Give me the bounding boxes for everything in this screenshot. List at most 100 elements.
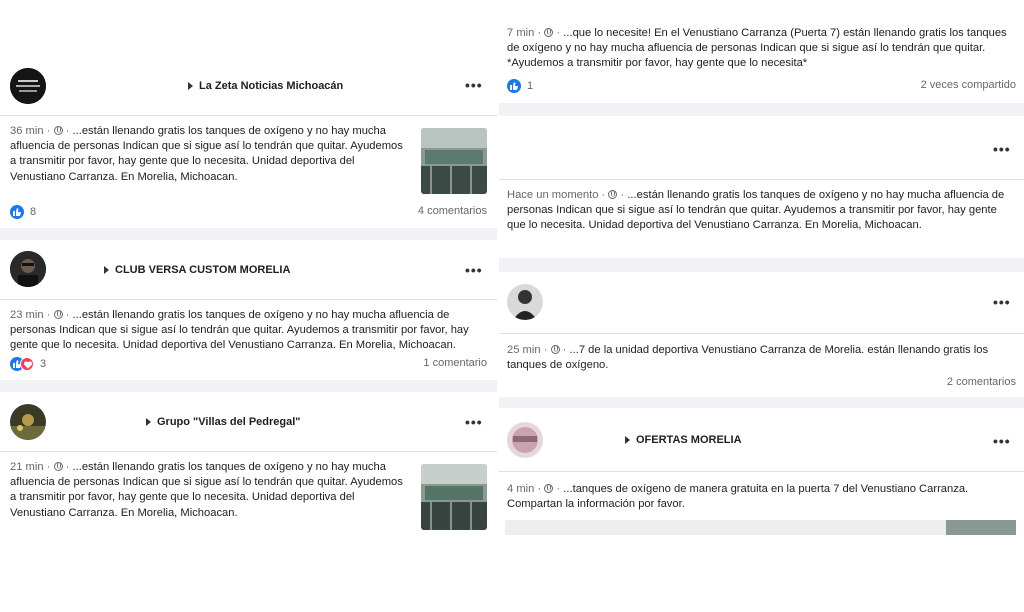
more-options-icon[interactable]: ••• bbox=[993, 142, 1011, 156]
avatar[interactable] bbox=[10, 251, 46, 287]
caret-right-icon bbox=[188, 82, 193, 90]
separator-dot: · bbox=[556, 483, 561, 495]
post-card-club-versa: CLUB VERSA CUSTOM MORELIA ••• 23 min · ·… bbox=[0, 240, 497, 380]
caret-right-icon bbox=[146, 418, 151, 426]
post-time[interactable]: 25 min bbox=[507, 344, 541, 356]
post-text: ...que lo necesite! En el Venustiano Car… bbox=[507, 27, 1007, 70]
separator-dot: · bbox=[537, 27, 542, 39]
post-image-partial[interactable] bbox=[505, 520, 1016, 535]
reactions-row[interactable]: 3 bbox=[10, 357, 46, 371]
author-name[interactable]: CLUB VERSA CUSTOM MORELIA bbox=[104, 264, 290, 276]
more-options-icon[interactable]: ••• bbox=[465, 415, 483, 429]
more-options-icon[interactable]: ••• bbox=[993, 434, 1011, 448]
post-body: 25 min · · ...7 de la unidad deportiva V… bbox=[507, 343, 1017, 373]
post-header bbox=[0, 68, 497, 116]
separator-dot: · bbox=[543, 344, 548, 356]
avatar[interactable] bbox=[507, 422, 543, 458]
post-text: ...7 de la unidad deportiva Venustiano C… bbox=[507, 344, 989, 372]
comment-count[interactable]: 2 comentarios bbox=[947, 376, 1016, 388]
author-link[interactable]: CLUB VERSA CUSTOM MORELIA bbox=[115, 264, 290, 276]
author-name[interactable]: OFERTAS MORELIA bbox=[625, 434, 742, 446]
separator-dot: · bbox=[46, 461, 51, 473]
globe-icon bbox=[608, 190, 618, 199]
reaction-count[interactable]: 3 bbox=[40, 358, 46, 370]
post-text: ...están llenando gratis los tanques de … bbox=[10, 309, 469, 352]
post-header bbox=[499, 408, 1024, 472]
author-name[interactable]: La Zeta Noticias Michoacán bbox=[188, 80, 343, 92]
globe-icon bbox=[544, 28, 554, 37]
separator-dot: · bbox=[46, 125, 51, 137]
post-card-villas-pedregal: Grupo "Villas del Pedregal" ••• 21 min ·… bbox=[0, 392, 497, 543]
avatar-image bbox=[10, 68, 46, 104]
avatar[interactable] bbox=[10, 404, 46, 440]
thumbs-up-icon bbox=[507, 79, 521, 93]
post-body: 21 min · · ...están llenando gratis los … bbox=[10, 460, 410, 521]
separator-dot: · bbox=[46, 309, 51, 321]
post-header bbox=[499, 116, 1024, 180]
author-name[interactable]: Grupo "Villas del Pedregal" bbox=[146, 416, 301, 428]
globe-icon bbox=[53, 462, 63, 471]
post-body: 4 min · · ...tanques de oxígeno de maner… bbox=[507, 482, 1007, 512]
oxygen-station-photo bbox=[421, 128, 487, 194]
post-header bbox=[499, 272, 1024, 334]
post-text: ...están llenando gratis los tanques de … bbox=[10, 125, 403, 183]
post-body: 36 min · · ...están llenando gratis los … bbox=[10, 124, 410, 185]
globe-icon bbox=[53, 126, 63, 135]
reaction-count[interactable]: 1 bbox=[527, 80, 533, 92]
author-link[interactable]: OFERTAS MORELIA bbox=[636, 434, 742, 446]
avatar[interactable] bbox=[10, 68, 46, 104]
more-options-icon[interactable]: ••• bbox=[993, 295, 1011, 309]
reaction-count[interactable]: 8 bbox=[30, 206, 36, 218]
post-card-hace-un-momento: ••• Hace un momento · · ...están llenand… bbox=[499, 116, 1024, 258]
post-time[interactable]: 21 min bbox=[10, 461, 44, 473]
avatar-image bbox=[507, 284, 543, 320]
post-time[interactable]: Hace un momento bbox=[507, 189, 598, 201]
separator-dot: · bbox=[65, 125, 70, 137]
separator-dot: · bbox=[562, 344, 567, 356]
reactions-row[interactable]: 1 bbox=[507, 79, 533, 93]
caret-right-icon bbox=[625, 436, 630, 444]
post-body: Hace un momento · · ...están llenando gr… bbox=[507, 188, 1012, 234]
thumbs-up-icon bbox=[10, 205, 24, 219]
more-options-icon[interactable]: ••• bbox=[465, 263, 483, 277]
globe-icon bbox=[550, 345, 560, 354]
oxygen-station-photo bbox=[421, 464, 487, 530]
post-text: ...tanques de oxígeno de manera gratuita… bbox=[507, 483, 969, 511]
post-body: 7 min · · ...que lo necesite! En el Venu… bbox=[507, 26, 1012, 72]
heart-icon bbox=[20, 357, 34, 371]
separator-dot: · bbox=[601, 189, 606, 201]
post-card-unidad-deportiva: ••• 25 min · · ...7 de la unidad deporti… bbox=[499, 272, 1024, 397]
avatar-image bbox=[507, 422, 543, 458]
post-image[interactable] bbox=[421, 464, 487, 530]
comment-count[interactable]: 1 comentario bbox=[423, 357, 487, 369]
post-time[interactable]: 36 min bbox=[10, 125, 44, 137]
globe-icon bbox=[544, 484, 554, 493]
post-card-ofertas-morelia: OFERTAS MORELIA ••• 4 min · · ...tanques… bbox=[499, 408, 1024, 535]
post-card-la-zeta: La Zeta Noticias Michoacán ••• 36 min · … bbox=[0, 68, 497, 228]
separator-dot: · bbox=[65, 309, 70, 321]
post-image[interactable] bbox=[421, 128, 487, 194]
separator-dot: · bbox=[65, 461, 70, 473]
globe-icon bbox=[53, 310, 63, 319]
share-count[interactable]: 2 veces compartido bbox=[921, 79, 1016, 91]
post-card-puerta-7: 7 min · · ...que lo necesite! En el Venu… bbox=[499, 0, 1024, 103]
post-time[interactable]: 23 min bbox=[10, 309, 44, 321]
post-image-strip bbox=[505, 520, 1016, 535]
avatar[interactable] bbox=[507, 284, 543, 320]
separator-dot: · bbox=[620, 189, 625, 201]
post-time[interactable]: 7 min bbox=[507, 27, 534, 39]
more-options-icon[interactable]: ••• bbox=[465, 78, 483, 92]
comment-count[interactable]: 4 comentarios bbox=[418, 205, 487, 217]
reaction-icons bbox=[10, 357, 34, 371]
separator-dot: · bbox=[537, 483, 542, 495]
caret-right-icon bbox=[104, 266, 109, 274]
author-link[interactable]: La Zeta Noticias Michoacán bbox=[199, 80, 343, 92]
separator-dot: · bbox=[556, 27, 561, 39]
post-text: ...están llenando gratis los tanques de … bbox=[10, 461, 403, 519]
author-link[interactable]: Grupo "Villas del Pedregal" bbox=[157, 416, 301, 428]
avatar-image bbox=[10, 404, 46, 440]
post-body: 23 min · · ...están llenando gratis los … bbox=[10, 308, 480, 354]
reactions-row[interactable]: 8 bbox=[10, 205, 36, 219]
avatar-image bbox=[10, 251, 46, 287]
post-time[interactable]: 4 min bbox=[507, 483, 534, 495]
